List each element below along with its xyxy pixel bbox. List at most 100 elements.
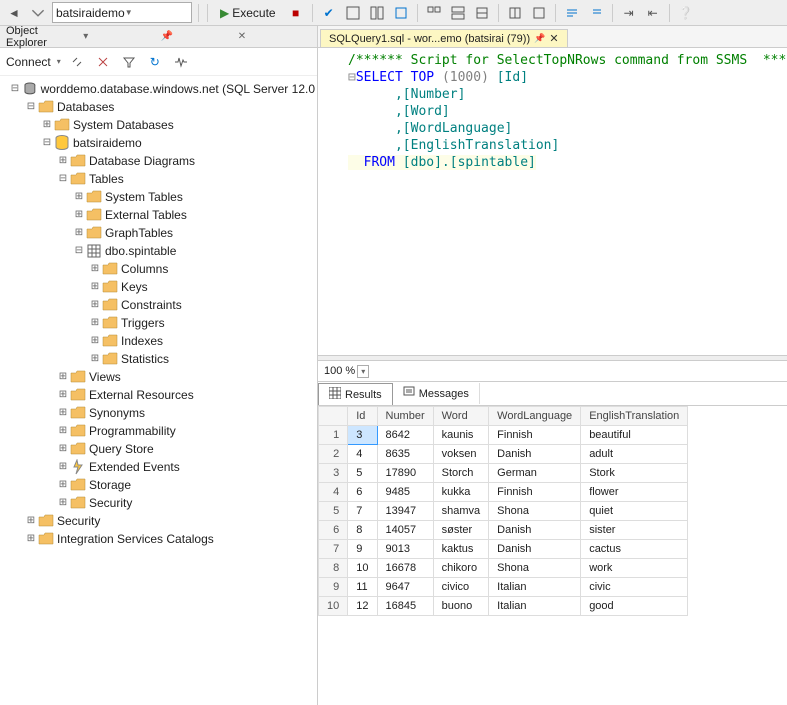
- tree-programmability[interactable]: ⊞Programmability: [2, 422, 315, 440]
- cell[interactable]: 14057: [377, 521, 433, 540]
- expand-icon[interactable]: ⊞: [88, 296, 102, 314]
- cell[interactable]: civic: [581, 578, 688, 597]
- cell[interactable]: 3: [348, 426, 377, 445]
- cell[interactable]: 4: [348, 445, 377, 464]
- cell[interactable]: kaktus: [433, 540, 489, 559]
- cell[interactable]: 7: [348, 502, 377, 521]
- row-number[interactable]: 3: [319, 464, 348, 483]
- toolbar-icon-7[interactable]: [505, 3, 525, 23]
- outdent-icon[interactable]: ⇤: [643, 3, 663, 23]
- toolbar-icon-2[interactable]: [367, 3, 387, 23]
- nav-back-icon[interactable]: ◄: [4, 3, 24, 23]
- cell[interactable]: 8635: [377, 445, 433, 464]
- close-icon[interactable]: ✕: [238, 31, 311, 42]
- cell[interactable]: adult: [581, 445, 688, 464]
- tree-db-diagrams[interactable]: ⊞Database Diagrams: [2, 152, 315, 170]
- collapse-icon[interactable]: ⊟: [8, 80, 22, 98]
- dropdown-icon[interactable]: ▾: [83, 31, 156, 42]
- tree-databases[interactable]: ⊟Databases: [2, 98, 315, 116]
- cell[interactable]: kaunis: [433, 426, 489, 445]
- toolbar-icon-8[interactable]: [529, 3, 549, 23]
- cell[interactable]: 10: [348, 559, 377, 578]
- cell[interactable]: Danish: [489, 521, 581, 540]
- expand-icon[interactable]: ⊞: [56, 422, 70, 440]
- expand-icon[interactable]: ⊞: [72, 188, 86, 206]
- expand-icon[interactable]: ⊞: [88, 260, 102, 278]
- object-tree[interactable]: ⊟worddemo.database.windows.net (SQL Serv…: [0, 76, 317, 705]
- database-selector[interactable]: batsiraidemo ▼: [52, 2, 192, 23]
- cell[interactable]: 9: [348, 540, 377, 559]
- close-icon[interactable]: ✕: [549, 32, 558, 45]
- connect-label[interactable]: Connect: [6, 55, 51, 69]
- tree-graph-tables[interactable]: ⊞GraphTables: [2, 224, 315, 242]
- cell[interactable]: 12: [348, 597, 377, 616]
- tree-system-tables[interactable]: ⊞System Tables: [2, 188, 315, 206]
- cell[interactable]: Shona: [489, 502, 581, 521]
- row-number[interactable]: 2: [319, 445, 348, 464]
- cell[interactable]: buono: [433, 597, 489, 616]
- cell[interactable]: Shona: [489, 559, 581, 578]
- collapse-icon[interactable]: ⊟: [24, 98, 38, 116]
- filter-icon[interactable]: [119, 52, 139, 72]
- cell[interactable]: sister: [581, 521, 688, 540]
- expand-icon[interactable]: ⊞: [56, 476, 70, 494]
- cell[interactable]: Stork: [581, 464, 688, 483]
- expand-icon[interactable]: ⊞: [56, 368, 70, 386]
- cell[interactable]: søster: [433, 521, 489, 540]
- sql-editor[interactable]: /****** Script for SelectTopNRows comman…: [318, 48, 787, 355]
- toolbar-icon-4[interactable]: [424, 3, 444, 23]
- cell[interactable]: civico: [433, 578, 489, 597]
- cell[interactable]: 8: [348, 521, 377, 540]
- expand-icon[interactable]: ⊞: [24, 530, 38, 548]
- tree-statistics[interactable]: ⊞Statistics: [2, 350, 315, 368]
- toolbar-icon-6[interactable]: [472, 3, 492, 23]
- tree-keys[interactable]: ⊞Keys: [2, 278, 315, 296]
- collapse-icon[interactable]: ⊟: [56, 170, 70, 188]
- table-row[interactable]: 469485kukkaFinnishflower: [319, 483, 688, 502]
- stop-button[interactable]: ■: [286, 3, 306, 23]
- column-header[interactable]: Word: [433, 407, 489, 426]
- toolbar-icon-5[interactable]: [448, 3, 468, 23]
- refresh-icon[interactable]: ↻: [145, 52, 165, 72]
- cell[interactable]: 13947: [377, 502, 433, 521]
- collapse-icon[interactable]: ⊟: [72, 242, 86, 260]
- cell[interactable]: 9485: [377, 483, 433, 502]
- indent-icon[interactable]: ⇥: [619, 3, 639, 23]
- parse-icon[interactable]: ✔: [319, 3, 339, 23]
- table-row[interactable]: 799013kaktusDanishcactus: [319, 540, 688, 559]
- pin-icon[interactable]: 📌: [161, 31, 234, 42]
- row-number[interactable]: 1: [319, 426, 348, 445]
- row-number[interactable]: 6: [319, 521, 348, 540]
- cell[interactable]: 8642: [377, 426, 433, 445]
- table-row[interactable]: 9119647civicoItaliancivic: [319, 578, 688, 597]
- cell[interactable]: Finnish: [489, 483, 581, 502]
- expand-icon[interactable]: ⊞: [72, 224, 86, 242]
- cell[interactable]: 5: [348, 464, 377, 483]
- expand-icon[interactable]: ⊞: [56, 404, 70, 422]
- cell[interactable]: work: [581, 559, 688, 578]
- zoom-selector[interactable]: 100 % ▾: [324, 365, 369, 378]
- expand-icon[interactable]: ⊞: [24, 512, 38, 530]
- tree-ext-events[interactable]: ⊞Extended Events: [2, 458, 315, 476]
- tree-security[interactable]: ⊞Security: [2, 512, 315, 530]
- tree-server[interactable]: ⊟worddemo.database.windows.net (SQL Serv…: [2, 80, 315, 98]
- expand-icon[interactable]: ⊞: [56, 386, 70, 404]
- row-number[interactable]: 7: [319, 540, 348, 559]
- toolbar-icon-1[interactable]: [343, 3, 363, 23]
- cell[interactable]: German: [489, 464, 581, 483]
- tab-results[interactable]: Results: [318, 383, 393, 405]
- row-number[interactable]: 10: [319, 597, 348, 616]
- column-header[interactable]: Number: [377, 407, 433, 426]
- expand-icon[interactable]: ⊞: [88, 350, 102, 368]
- cell[interactable]: 17890: [377, 464, 433, 483]
- tree-spintable[interactable]: ⊟dbo.spintable: [2, 242, 315, 260]
- cell[interactable]: 11: [348, 578, 377, 597]
- cell[interactable]: beautiful: [581, 426, 688, 445]
- table-row[interactable]: 3517890StorchGermanStork: [319, 464, 688, 483]
- cell[interactable]: chikoro: [433, 559, 489, 578]
- expand-icon[interactable]: ⊞: [56, 494, 70, 512]
- connect-icon[interactable]: [67, 52, 87, 72]
- table-row[interactable]: 5713947shamvaShonaquiet: [319, 502, 688, 521]
- column-header[interactable]: [319, 407, 348, 426]
- cell[interactable]: 9013: [377, 540, 433, 559]
